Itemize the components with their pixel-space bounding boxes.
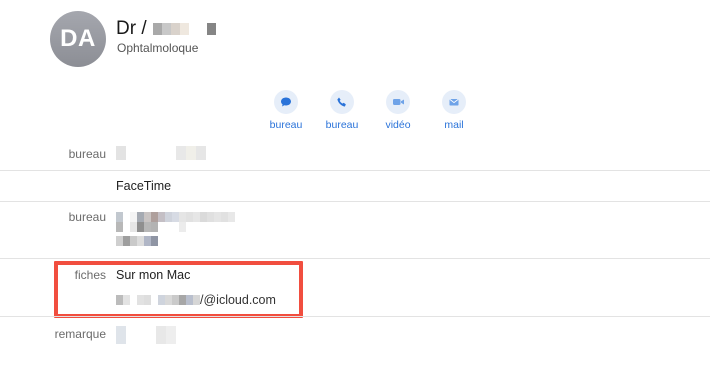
video-icon	[386, 90, 410, 114]
video-button-label: vidéo	[385, 119, 411, 131]
contact-name: Dr /	[116, 18, 216, 40]
note-label: remarque	[54, 327, 106, 341]
mail-button-label: mail	[444, 119, 464, 131]
facetime-value[interactable]: FaceTime	[116, 179, 171, 193]
divider	[0, 316, 710, 317]
action-bar: bureau bureau vidéo mail	[258, 90, 482, 131]
divider	[0, 170, 710, 171]
phone-icon	[330, 90, 354, 114]
address-label: bureau	[68, 210, 106, 224]
redacted-name	[152, 23, 216, 35]
contact-avatar: DA	[50, 11, 106, 67]
video-button[interactable]: vidéo	[370, 90, 426, 131]
redacted-address[interactable]	[116, 212, 235, 246]
divider	[0, 201, 710, 202]
mail-button[interactable]: mail	[426, 90, 482, 131]
phone-label: bureau	[68, 147, 106, 161]
contact-name-prefix: Dr /	[116, 18, 147, 39]
mail-icon	[442, 90, 466, 114]
divider	[0, 258, 710, 259]
avatar-initials: DA	[60, 25, 96, 52]
call-button-label: bureau	[325, 119, 359, 131]
redacted-note[interactable]	[116, 326, 176, 344]
highlight-box	[54, 261, 303, 318]
call-button[interactable]: bureau	[314, 90, 370, 131]
message-button-label: bureau	[269, 119, 303, 131]
message-button[interactable]: bureau	[258, 90, 314, 131]
contact-title: Ophtalmoloque	[117, 41, 199, 55]
redacted-phone[interactable]	[116, 146, 206, 160]
message-icon	[274, 90, 298, 114]
